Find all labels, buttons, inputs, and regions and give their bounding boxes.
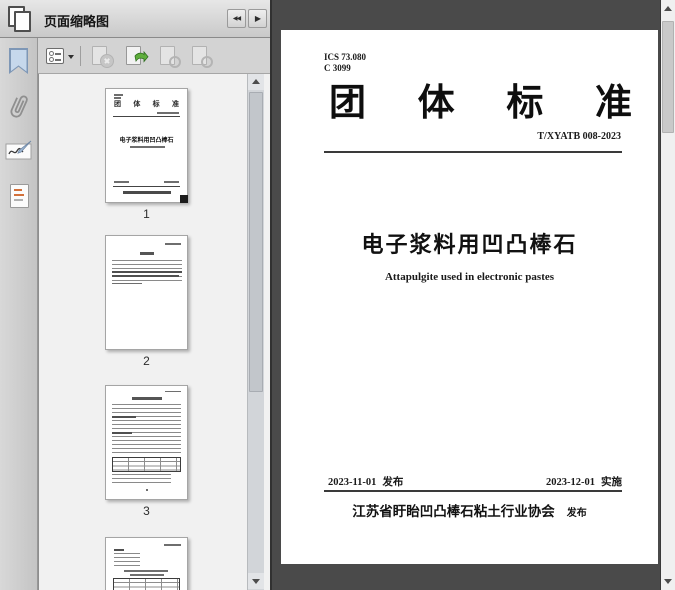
thumbnail-list: 团 体 标 准 电子浆料用凹凸棒石 1: [38, 74, 270, 590]
options-icon: [46, 48, 64, 64]
page-thumbnails-icon: [8, 6, 32, 32]
issuer-line: 江苏省盱眙凹凸棒石粘土行业协会发布: [281, 500, 658, 520]
thumbnail-page-number: 3: [105, 504, 188, 518]
rotate-page-right-button: [188, 45, 214, 68]
chevron-up-icon: [252, 79, 260, 84]
date-row: 2023-11-01发布 2023-12-01实施: [328, 474, 622, 489]
options-menu-button[interactable]: [46, 46, 76, 66]
document-page-1: ICS 73.080 C 3099 团 体 标 准 T/XYATB 008-20…: [281, 30, 658, 564]
ics-codes: ICS 73.080 C 3099: [324, 52, 366, 74]
chevron-down-icon: [68, 55, 74, 59]
implement-date-group: 2023-12-01实施: [546, 474, 622, 489]
scrollbar-thumb[interactable]: [249, 92, 263, 392]
document-lines-icon: [10, 184, 29, 208]
scroll-up-button[interactable]: [661, 1, 675, 17]
mini-standard-type: 团 体 标 准: [114, 101, 179, 108]
scroll-down-button[interactable]: [661, 573, 675, 589]
thumbnail-page-number: 1: [105, 207, 188, 221]
chevron-down-icon: [252, 579, 260, 584]
thumbnail-page-3-preview[interactable]: [105, 385, 188, 500]
pdf-viewer-window: 页面缩略图 ◀◀ ▶: [0, 0, 675, 590]
green-arrow-icon: [134, 51, 149, 69]
page-view-indicator[interactable]: [180, 195, 188, 203]
chevron-up-icon: [664, 6, 672, 11]
scroll-up-button[interactable]: [248, 74, 264, 90]
document-title-en: Attapulgite used in electronic pastes: [281, 271, 658, 283]
thumbnail-page-number: 2: [105, 354, 188, 368]
right-arrow-icon: ▶: [255, 14, 260, 23]
tab-signatures[interactable]: [0, 140, 38, 174]
footer-rule: [324, 490, 622, 492]
thumbnails-toolbar: [38, 38, 270, 74]
collapse-panel-button[interactable]: ◀◀: [227, 9, 246, 28]
thumbnail-page-1-preview[interactable]: 团 体 标 准 电子浆料用凹凸棒石: [105, 88, 188, 203]
document-view: ICS 73.080 C 3099 团 体 标 准 T/XYATB 008-20…: [270, 0, 675, 590]
tab-page-thumbnails[interactable]: [0, 0, 38, 38]
scroll-down-button[interactable]: [248, 573, 264, 589]
standard-number: T/XYATB 008-2023: [537, 131, 621, 142]
navigation-tab-strip: [0, 38, 38, 590]
delete-pages-button: [88, 45, 114, 68]
hide-panel-button[interactable]: ▶: [248, 9, 267, 28]
chevron-down-icon: [664, 579, 672, 584]
mini-title: 电子浆料用凹凸棒石: [106, 135, 187, 144]
document-scrollbar[interactable]: [660, 0, 675, 590]
panel-title: 页面缩略图: [44, 11, 109, 30]
rotate-page-left-button: [156, 45, 182, 68]
toolbar-separator: [80, 46, 81, 66]
publish-date-group: 2023-11-01发布: [328, 474, 403, 489]
double-left-arrow-icon: ◀◀: [233, 16, 240, 22]
tab-attachments[interactable]: [0, 92, 38, 126]
thumbnails-panel-header: 页面缩略图 ◀◀ ▶: [0, 0, 270, 38]
tab-layers[interactable]: [0, 184, 38, 218]
header-rule: [324, 151, 622, 153]
scrollbar-thumb[interactable]: [662, 21, 674, 133]
thumbnail-scrollbar[interactable]: [247, 74, 264, 590]
extract-page-button[interactable]: [122, 45, 148, 68]
thumbnail-page-4-preview[interactable]: [105, 537, 188, 590]
document-title-zh: 电子浆料用凹凸棒石: [281, 227, 658, 259]
thumbnail-page-2-preview[interactable]: [105, 235, 188, 350]
tab-bookmarks[interactable]: [0, 48, 38, 82]
standard-type-heading: 团 体 标 准: [329, 82, 632, 124]
